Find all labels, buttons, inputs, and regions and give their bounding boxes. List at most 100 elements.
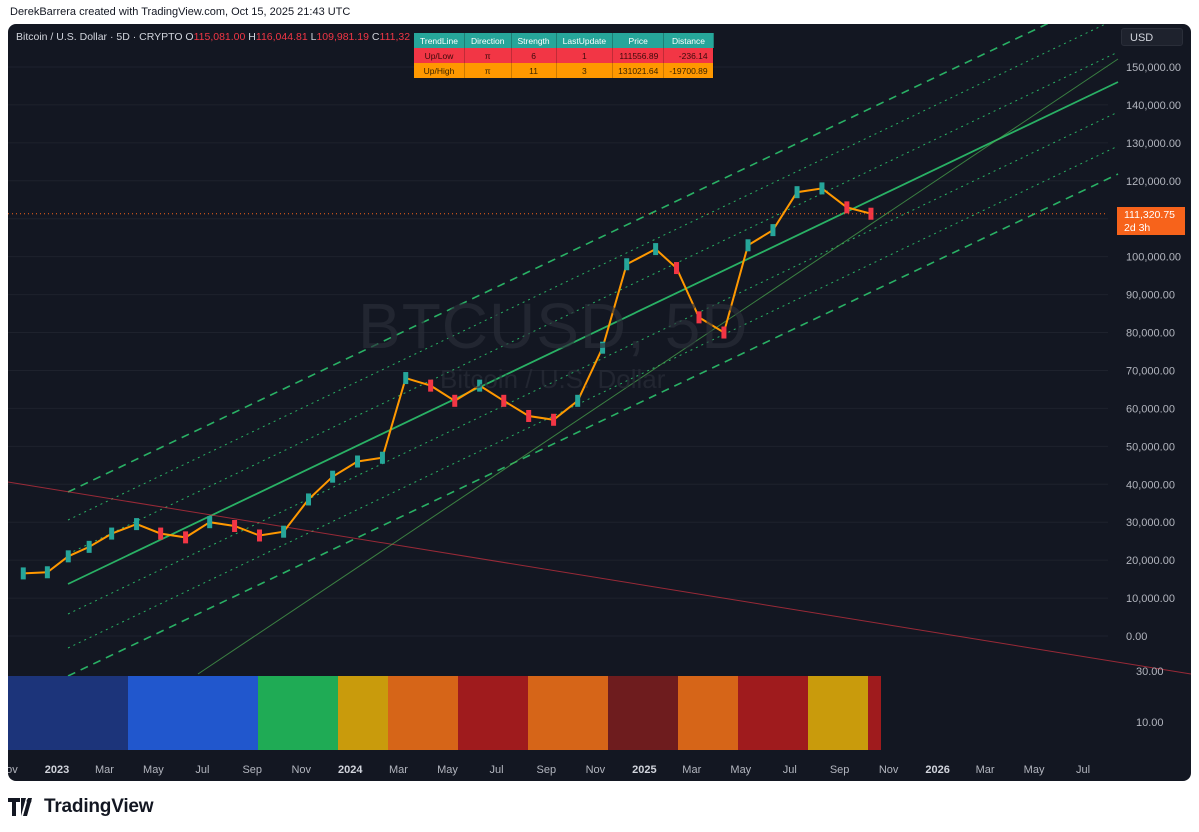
header-strength: Strength bbox=[511, 33, 557, 48]
x-tick-label: Jul bbox=[195, 764, 209, 776]
oscillator-heatmap-segment bbox=[868, 676, 881, 750]
oscillator-heatmap-segment bbox=[388, 676, 458, 750]
y-tick-label: 20,000.00 bbox=[1126, 555, 1175, 567]
cell-distance: -19700.89 bbox=[663, 63, 714, 78]
oscillator-heatmap-segment bbox=[258, 676, 338, 750]
regression-channel-line bbox=[67, 145, 1119, 649]
cell-lastupdate: 3 bbox=[556, 63, 614, 78]
price-candle bbox=[819, 182, 825, 195]
price-candle bbox=[232, 519, 238, 532]
price-candle bbox=[501, 394, 507, 407]
cell-direction: π bbox=[464, 63, 512, 78]
chart-watermark-ticker: BTCUSD, 5D bbox=[358, 290, 749, 362]
x-tick-label: Mar bbox=[976, 764, 995, 776]
tradingview-logo-icon bbox=[8, 798, 32, 816]
price-candle bbox=[183, 531, 189, 544]
high-label: H bbox=[248, 31, 256, 43]
x-tick-label: May bbox=[1024, 764, 1045, 776]
header-trendline: TrendLine bbox=[414, 33, 465, 48]
top-bar: DerekBarrera created with TradingView.co… bbox=[0, 0, 1199, 24]
oscillator-heatmap-segment bbox=[808, 676, 868, 750]
price-candle bbox=[281, 525, 287, 538]
price-candle bbox=[65, 550, 71, 563]
high-value: 116,044.81 bbox=[255, 31, 308, 43]
oscillator-heatmap-segment bbox=[8, 676, 128, 750]
x-tick-label: Nov bbox=[8, 764, 18, 776]
x-tick-label: May bbox=[730, 764, 751, 776]
last-price-value: 111,320.75 bbox=[1124, 209, 1175, 221]
regression-channel-line bbox=[67, 24, 1049, 493]
header-distance: Distance bbox=[663, 33, 714, 48]
attribution-text: DerekBarrera created with TradingView.co… bbox=[10, 6, 351, 18]
y-tick-label: 140,000.00 bbox=[1126, 100, 1181, 112]
y-tick-label: 50,000.00 bbox=[1126, 441, 1175, 453]
regression-channel-line bbox=[67, 24, 1107, 521]
price-candle bbox=[330, 470, 336, 483]
price-candle bbox=[674, 262, 680, 275]
descending-trendline bbox=[8, 481, 1191, 675]
price-candle bbox=[207, 516, 213, 529]
y-tick-label: 10,000.00 bbox=[1126, 593, 1175, 605]
price-candle bbox=[428, 379, 434, 392]
x-tick-label: 2023 bbox=[45, 764, 69, 776]
y-tick-label: 80,000.00 bbox=[1126, 328, 1175, 340]
tradingview-logo[interactable]: TradingView bbox=[8, 796, 154, 818]
regression-channel-line bbox=[67, 173, 1119, 677]
y-tick-label: 90,000.00 bbox=[1126, 290, 1175, 302]
close-label: C bbox=[371, 31, 380, 43]
oscillator-heatmap-segment bbox=[458, 676, 528, 750]
cell-distance: -236.14 bbox=[663, 48, 714, 63]
chart-panel[interactable]: 30.00 10.00 0.00 10,000.00 20,000.00 30,000.… bbox=[8, 24, 1191, 781]
price-chart[interactable]: 30.00 10.00 0.00 10,000.00 20,000.00 30,000.… bbox=[8, 24, 1191, 781]
cell-trendline: Up/Low bbox=[414, 48, 465, 63]
x-tick-label: 2024 bbox=[338, 764, 363, 776]
price-candle bbox=[624, 258, 630, 271]
price-candle bbox=[551, 413, 557, 426]
price-candle bbox=[109, 527, 115, 540]
x-tick-label: Sep bbox=[537, 764, 557, 776]
cell-strength: 11 bbox=[511, 63, 557, 78]
x-tick-label: Nov bbox=[291, 764, 311, 776]
cell-strength: 6 bbox=[511, 48, 557, 63]
header-direction: Direction bbox=[464, 33, 512, 48]
trendline-table-header: TrendLine Direction Strength LastUpdate … bbox=[414, 33, 714, 48]
y-tick-label: 130,000.00 bbox=[1126, 138, 1181, 150]
x-tick-label: Sep bbox=[242, 764, 262, 776]
price-candle bbox=[355, 455, 361, 468]
price-candle bbox=[452, 394, 458, 407]
oscillator-heatmap-segment bbox=[338, 676, 388, 750]
oscillator-heatmap-segment bbox=[128, 676, 258, 750]
header-lastupdate: LastUpdate bbox=[556, 33, 614, 48]
oscillator-heatmap-segment bbox=[608, 676, 678, 750]
price-candle bbox=[379, 451, 385, 464]
close-value: 111,32 bbox=[379, 31, 411, 43]
y-tick-label: 150,000.00 bbox=[1126, 62, 1181, 74]
y-tick-label: 40,000.00 bbox=[1126, 479, 1175, 491]
y-tick-label: 100,000.00 bbox=[1126, 252, 1181, 264]
footer-bar: TradingView bbox=[0, 784, 1199, 832]
cell-price: 111556.89 bbox=[612, 48, 665, 63]
table-row: Up/High π 11 3 131021.64 -19700.89 bbox=[414, 63, 714, 78]
x-tick-label: Nov bbox=[586, 764, 606, 776]
y-tick-label: 60,000.00 bbox=[1126, 403, 1175, 415]
cell-direction: π bbox=[464, 48, 512, 63]
price-candle bbox=[20, 567, 26, 580]
currency-button[interactable]: USD bbox=[1121, 28, 1183, 46]
chart-watermark-description: Bitcoin / U.S. Dollar bbox=[440, 364, 666, 394]
price-candle bbox=[844, 201, 850, 214]
open-label: O bbox=[185, 31, 194, 43]
oscillator-heatmap-segment bbox=[528, 676, 608, 750]
x-tick-label: Mar bbox=[95, 764, 114, 776]
y-tick-label: 0.00 bbox=[1126, 631, 1147, 643]
price-candle bbox=[134, 518, 140, 531]
cell-price: 131021.64 bbox=[612, 63, 665, 78]
symbol-legend[interactable]: Bitcoin / U.S. Dollar · 5D · CRYPTO O115… bbox=[16, 31, 410, 43]
cell-trendline: Up/High bbox=[414, 63, 465, 78]
header-price: Price bbox=[612, 33, 665, 48]
y-tick-label: 30,000.00 bbox=[1126, 517, 1175, 529]
oscillator-tick-label: 10.00 bbox=[1136, 717, 1164, 729]
symbol-name: Bitcoin / U.S. Dollar · 5D · CRYPTO bbox=[16, 31, 183, 43]
cell-lastupdate: 1 bbox=[556, 48, 614, 63]
x-tick-label: May bbox=[143, 764, 164, 776]
tradingview-brand: TradingView bbox=[44, 796, 154, 817]
